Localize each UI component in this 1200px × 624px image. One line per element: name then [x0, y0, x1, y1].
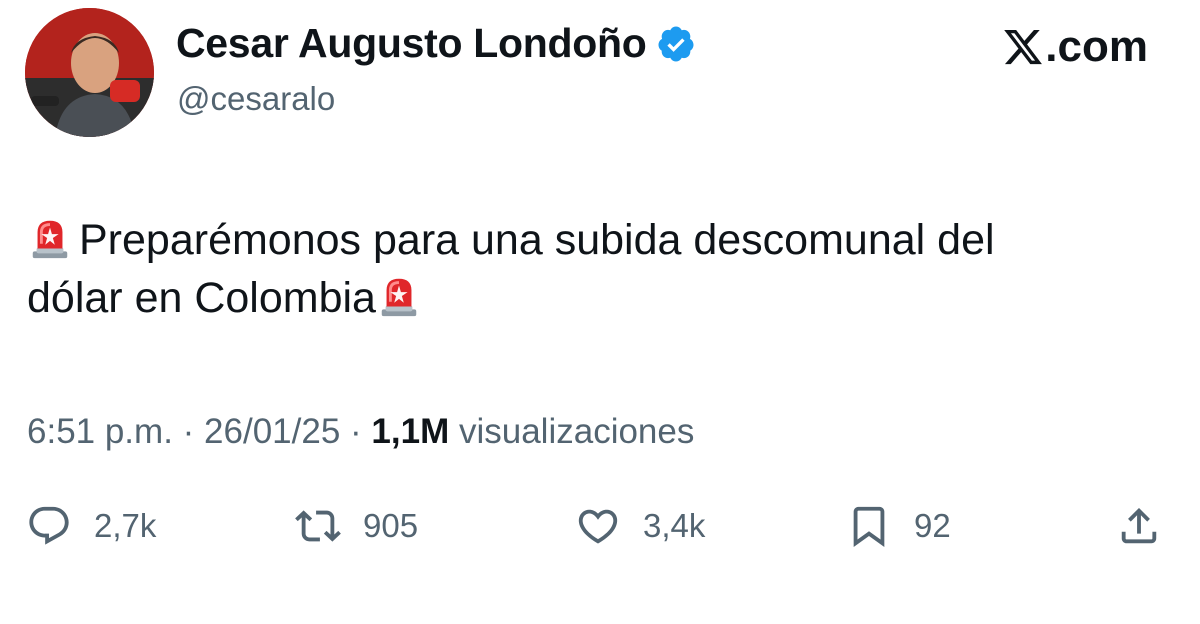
- reply-icon: [29, 506, 69, 545]
- bookmark-count: 92: [914, 507, 951, 544]
- like-count: 3,4k: [643, 507, 706, 544]
- avatar-photo: [25, 8, 154, 137]
- tweet-text: Preparémonos para una subida descomunal …: [27, 211, 1177, 327]
- tweet-text-line-2: dólar en Colombia: [27, 274, 376, 322]
- tweet-time[interactable]: 6:51 p.m.: [27, 412, 173, 451]
- bookmark-button[interactable]: 92: [846, 503, 951, 549]
- avatar[interactable]: [25, 8, 154, 137]
- action-bar: 2,7k 905 3,4k 92: [0, 503, 1200, 559]
- tweet-text-line-1: Preparémonos para una subida descomunal …: [79, 216, 995, 264]
- retweet-icon: [295, 510, 341, 542]
- retweet-button[interactable]: 905: [295, 503, 418, 549]
- tweet-date[interactable]: 26/01/25: [204, 412, 340, 451]
- rotating-light-emoji-icon: [32, 220, 68, 259]
- author-name-row[interactable]: Cesar Augusto Londoño: [176, 20, 696, 67]
- author-name[interactable]: Cesar Augusto Londoño: [176, 20, 647, 67]
- brand-label: .com: [1045, 22, 1148, 71]
- bookmark-icon: [853, 506, 885, 547]
- views-label: visualizaciones: [458, 412, 695, 451]
- verified-badge-icon: [657, 26, 693, 61]
- author-handle[interactable]: @cesaralo: [177, 80, 335, 118]
- reply-count: 2,7k: [94, 507, 157, 544]
- brand-watermark: .com: [1001, 22, 1148, 72]
- meta-separator: ·: [350, 412, 362, 451]
- meta-separator: ·: [182, 412, 195, 451]
- views-count: 1,1M: [371, 412, 450, 451]
- heart-icon: [578, 509, 618, 544]
- like-button[interactable]: 3,4k: [575, 503, 705, 549]
- share-icon: [1121, 507, 1157, 544]
- reply-button[interactable]: 2,7k: [26, 503, 156, 549]
- tweet-meta: 6:51 p.m. · 26/01/25 · 1,1M visualizacio…: [27, 412, 694, 452]
- x-logo-icon: [1004, 29, 1043, 65]
- retweet-count: 905: [363, 507, 419, 544]
- share-button[interactable]: [1116, 503, 1162, 549]
- rotating-light-emoji-icon: [381, 278, 417, 317]
